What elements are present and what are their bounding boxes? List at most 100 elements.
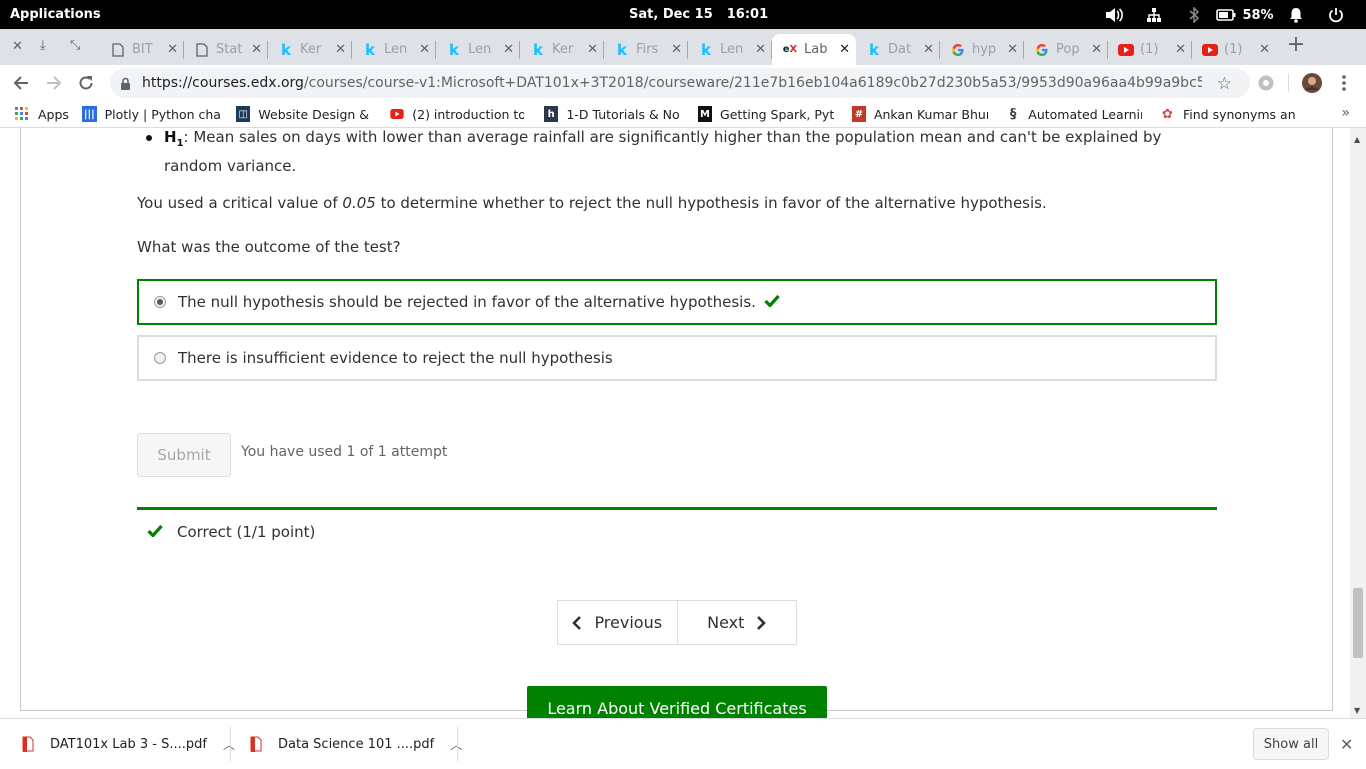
result-correct: Correct (1/1 point) xyxy=(137,507,1217,553)
tab-lab-active[interactable]: eX Lab ✕ xyxy=(772,34,856,65)
bluetooth-icon[interactable] xyxy=(1174,5,1214,25)
bookmark-label: Website Design & D xyxy=(258,106,370,122)
more-bookmarks-chevron-icon[interactable]: » xyxy=(1341,105,1350,121)
radio-unselected[interactable] xyxy=(154,352,166,364)
google-icon xyxy=(1034,42,1050,58)
power-icon[interactable] xyxy=(1316,5,1356,25)
applications-menu[interactable]: Applications xyxy=(10,7,101,22)
lock-icon[interactable] xyxy=(120,76,131,95)
youtube-icon xyxy=(1118,42,1134,58)
extension-icon[interactable] xyxy=(1256,73,1276,93)
choice-insufficient-evidence[interactable]: There is insufficient evidence to reject… xyxy=(137,335,1217,381)
tab-close-icon[interactable]: ✕ xyxy=(503,42,514,57)
tab-close-icon[interactable]: ✕ xyxy=(671,42,682,57)
shrink-tab-icon[interactable]: ⤡ xyxy=(70,38,80,53)
reload-icon[interactable] xyxy=(76,73,96,93)
tab-close-icon[interactable]: ✕ xyxy=(1259,42,1270,57)
bookmark-website-design[interactable]: ◫ Website Design & D xyxy=(236,106,370,122)
tab-pop[interactable]: Pop ✕ xyxy=(1024,34,1108,65)
page-content: H1: Mean sales on days with lower than a… xyxy=(0,128,1366,718)
tab-firs[interactable]: k Firs ✕ xyxy=(604,34,688,65)
tab-len-2[interactable]: k Len ✕ xyxy=(436,34,520,65)
profile-avatar[interactable] xyxy=(1302,73,1322,93)
bookmark-youtube-intro[interactable]: (2) introduction to g xyxy=(390,106,524,122)
new-tab-plus-icon[interactable]: + xyxy=(1286,34,1306,56)
scroll-up-arrow-icon[interactable]: ▲ xyxy=(1354,135,1360,144)
tab-label: hyp xyxy=(972,42,997,57)
tab-len-3[interactable]: k Len ✕ xyxy=(688,34,772,65)
scroll-thumb[interactable] xyxy=(1353,588,1363,658)
tab-close-icon[interactable]: ✕ xyxy=(167,42,178,57)
forward-arrow-icon[interactable] xyxy=(44,73,64,93)
tab-close-icon[interactable]: ✕ xyxy=(755,42,766,57)
show-all-downloads-button[interactable]: Show all xyxy=(1253,728,1329,760)
close-downloads-icon[interactable]: ✕ xyxy=(1340,735,1353,754)
tab-dat[interactable]: k Dat ✕ xyxy=(856,34,940,65)
bookmark-apps[interactable]: Apps xyxy=(14,106,69,122)
next-label: Next xyxy=(707,613,745,632)
bookmark-ankan[interactable]: # Ankan Kumar Bhunia xyxy=(852,106,988,122)
address-bar[interactable]: https://courses.edx.org/courses/course-v… xyxy=(110,68,1250,98)
time-label: 16:01 xyxy=(726,7,769,22)
tab-close-icon[interactable]: ✕ xyxy=(587,42,598,57)
next-button[interactable]: Next xyxy=(676,601,797,644)
bookmark-automated-learning[interactable]: § Automated Learning xyxy=(1006,106,1142,122)
submit-button[interactable]: Submit xyxy=(137,433,231,477)
tab-close-icon[interactable]: ✕ xyxy=(1175,42,1186,57)
radio-selected[interactable] xyxy=(154,296,166,308)
verified-certificates-button[interactable]: Learn About Verified Certificates xyxy=(527,686,827,718)
tab-ker-2[interactable]: k Ker ✕ xyxy=(520,34,604,65)
kebab-menu-icon[interactable] xyxy=(1334,73,1354,93)
checkmark-icon xyxy=(147,523,163,541)
battery-indicator[interactable]: 58% xyxy=(1214,5,1276,25)
tab-close-icon[interactable]: ✕ xyxy=(923,42,934,57)
volume-icon[interactable] xyxy=(1094,5,1134,25)
download-tab-icon[interactable]: ⤓ xyxy=(40,38,46,53)
tab-close-icon[interactable]: ✕ xyxy=(419,42,430,57)
tab-ker-1[interactable]: k Ker ✕ xyxy=(268,34,352,65)
tab-stat[interactable]: Stat ✕ xyxy=(184,34,268,65)
bookmark-getting-spark[interactable]: M Getting Spark, Pytho xyxy=(698,106,834,122)
tab-label: (1) xyxy=(1224,42,1243,57)
tab-close-icon[interactable]: ✕ xyxy=(335,42,346,57)
tab-hyp[interactable]: hyp ✕ xyxy=(940,34,1024,65)
pdf-file-icon xyxy=(22,736,34,752)
clock[interactable]: Sat, Dec 15 16:01 xyxy=(629,7,768,22)
checkmark-icon xyxy=(764,293,780,311)
page-scrollbar[interactable]: ▲ ▼ xyxy=(1350,128,1366,718)
chevron-up-icon[interactable]: ︿ xyxy=(223,736,235,753)
tab-close-icon[interactable]: ✕ xyxy=(1007,42,1018,57)
scroll-down-arrow-icon[interactable]: ▼ xyxy=(1354,706,1360,715)
bookmark-label: Plotly | Python chart xyxy=(104,106,220,122)
url-host: https://courses.edx.org xyxy=(142,75,304,91)
tab-close-icon[interactable]: ✕ xyxy=(12,39,23,54)
tab-close-icon[interactable]: ✕ xyxy=(251,42,262,57)
download-item-lab3[interactable]: DAT101x Lab 3 - S....pdf ︿ xyxy=(22,719,235,769)
choice-reject-null[interactable]: The null hypothesis should be rejected i… xyxy=(137,279,1217,325)
synonyms-icon: ✿ xyxy=(1162,106,1173,122)
notification-bell-icon[interactable] xyxy=(1276,5,1316,25)
tab-bit[interactable]: BIT ✕ xyxy=(100,34,184,65)
tab-len-1[interactable]: k Len ✕ xyxy=(352,34,436,65)
bookmark-label: Find synonyms and xyxy=(1183,106,1296,122)
bookmark-find-synonyms[interactable]: ✿ Find synonyms and xyxy=(1160,106,1296,122)
document-icon xyxy=(110,42,126,58)
previous-button[interactable]: Previous xyxy=(558,601,677,644)
download-item-ds101[interactable]: Data Science 101 ....pdf ︿ xyxy=(250,719,462,769)
bookmark-1d-tutorials[interactable]: h 1-D Tutorials & Note xyxy=(544,106,680,122)
back-arrow-icon[interactable] xyxy=(11,73,31,93)
bookmark-plotly[interactable]: ||| Plotly | Python chart xyxy=(82,106,220,122)
network-icon[interactable] xyxy=(1134,5,1174,25)
tab-close-icon[interactable]: ✕ xyxy=(839,42,850,57)
tab-close-icon[interactable]: ✕ xyxy=(1091,42,1102,57)
download-filename: Data Science 101 ....pdf xyxy=(278,736,435,752)
tab-label: (1) xyxy=(1140,42,1159,57)
tab-youtube-2[interactable]: (1) ✕ xyxy=(1192,34,1276,65)
bookmark-star-icon[interactable]: ☆ xyxy=(1217,74,1232,94)
tab-label: Firs xyxy=(636,42,659,57)
pdf-file-icon xyxy=(250,736,262,752)
h1-hypothesis-bullet: H1: Mean sales on days with lower than a… xyxy=(146,128,1216,177)
url-text: https://courses.edx.org/courses/course-v… xyxy=(142,75,1202,91)
tab-youtube-1[interactable]: (1) ✕ xyxy=(1108,34,1192,65)
tab-label: Pop xyxy=(1056,42,1080,57)
